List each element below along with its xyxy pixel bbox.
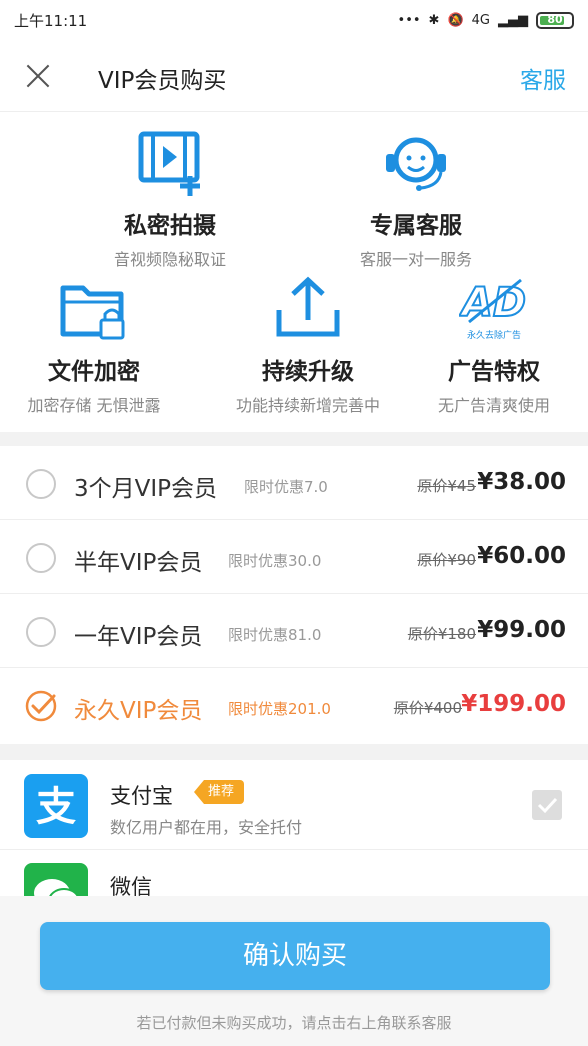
feature-ad-privilege: AD 永久去除广告 广告特权 无广告清爽使用 <box>396 274 588 416</box>
vip-features: 私密拍摄 音视频隐秘取证 专属客服 客服一对一服务 文件加密 加密存储 无惧泄露 <box>0 112 588 432</box>
status-time: 上午11:11 <box>14 11 88 30</box>
alipay-icon: 支 <box>24 774 88 838</box>
plan-name: 永久VIP会员 <box>74 698 203 724</box>
plan-name: 半年VIP会员 <box>74 550 203 576</box>
plan-promo: 限时优惠7.0 <box>244 478 328 496</box>
network-label: 4G <box>471 12 490 28</box>
ad-free-icon: AD 永久去除广告 <box>458 278 527 341</box>
radio-checked-icon[interactable] <box>24 689 58 723</box>
mute-bell-icon: 🔕 <box>447 12 464 28</box>
payment-subtitle: 数亿用户都在用，安全托付 <box>110 818 303 837</box>
headset-icon <box>386 137 446 191</box>
plan-original-price: 原价¥400 <box>393 699 462 717</box>
video-record-icon <box>138 131 200 196</box>
feature-subtitle: 功能持续新增完善中 <box>235 396 380 415</box>
payment-option-alipay[interactable]: 支 支付宝 推荐 数亿用户都在用，安全托付 <box>0 760 588 850</box>
bluetooth-icon: ✱ <box>428 12 440 28</box>
plan-price: ¥38.00 <box>477 469 566 495</box>
footer-note: 若已付款但未购买成功，请点击右上角联系客服 <box>136 1014 452 1032</box>
feature-continuous-upgrade: 持续升级 功能持续新增完善中 <box>210 274 406 416</box>
radio-unchecked-icon[interactable] <box>26 469 56 499</box>
feature-title: 持续升级 <box>262 359 354 385</box>
battery-text: 80 <box>547 12 563 26</box>
close-icon[interactable] <box>24 62 52 90</box>
feature-subtitle: 音视频隐秘取证 <box>113 250 226 269</box>
plan-price: ¥60.00 <box>477 543 566 569</box>
page-title: VIP会员购买 <box>98 68 227 94</box>
alipay-logo-glyph: 支 <box>36 784 76 830</box>
plan-option-half-year[interactable]: 半年VIP会员 限时优惠30.0 原价¥90 ¥60.00 <box>0 520 588 594</box>
plan-option-one-year[interactable]: 一年VIP会员 限时优惠81.0 原价¥180 ¥99.00 <box>0 594 588 668</box>
feature-title: 专属客服 <box>370 213 462 239</box>
locked-folder-icon <box>60 285 125 340</box>
plan-name: 3个月VIP会员 <box>74 476 218 502</box>
feature-title: 文件加密 <box>48 359 140 385</box>
payment-name: 微信 <box>110 875 152 896</box>
bottom-bar: 确认购买 若已付款但未购买成功，请点击右上角联系客服 <box>0 896 588 1046</box>
feature-private-shooting: 私密拍摄 音视频隐秘取证 <box>72 128 268 270</box>
feature-subtitle: 加密存储 无惧泄露 <box>27 396 161 415</box>
feature-exclusive-service: 专属客服 客服一对一服务 <box>318 128 514 270</box>
ad-icon-caption: 永久去除广告 <box>467 329 521 341</box>
plan-option-3-months[interactable]: 3个月VIP会员 限时优惠7.0 原价¥45 ¥38.00 <box>0 446 588 520</box>
status-bar: 上午11:11 ••• ✱ 🔕 4G ▂▄▆ 80 <box>0 0 588 40</box>
radio-unchecked-icon[interactable] <box>26 543 56 573</box>
plan-promo: 限时优惠30.0 <box>228 552 322 570</box>
wechat-icon <box>24 863 88 896</box>
battery-icon: 80 <box>536 11 574 29</box>
feature-file-encryption: 文件加密 加密存储 无惧泄露 <box>0 274 192 416</box>
feature-title: 私密拍摄 <box>124 213 216 239</box>
confirm-purchase-button[interactable]: 确认购买 <box>40 922 550 990</box>
payment-option-wechat[interactable]: 微信 <box>0 851 588 896</box>
plan-original-price: 原价¥180 <box>407 625 476 643</box>
upload-icon <box>276 276 340 337</box>
recommended-badge: 推荐 <box>194 780 245 804</box>
plan-option-lifetime[interactable]: 永久VIP会员 限时优惠201.0 原价¥400 ¥199.00 <box>0 668 588 742</box>
payment-name: 支付宝 <box>110 784 173 808</box>
radio-unchecked-icon[interactable] <box>26 617 56 647</box>
title-bar: VIP会员购买 客服 <box>0 40 588 112</box>
plan-name: 一年VIP会员 <box>74 624 203 650</box>
customer-service-button[interactable]: 客服 <box>520 61 566 95</box>
status-icons: ••• ✱ 🔕 4G ▂▄▆ 80 <box>397 11 574 29</box>
feature-subtitle: 客服一对一服务 <box>359 250 472 269</box>
plan-original-price: 原价¥45 <box>417 477 476 495</box>
payment-checkbox[interactable] <box>532 790 562 820</box>
plan-price: ¥199.00 <box>461 691 566 717</box>
payment-methods: 支 支付宝 推荐 数亿用户都在用，安全托付 微信 <box>0 760 588 896</box>
more-dots-icon: ••• <box>397 12 421 28</box>
plan-price: ¥99.00 <box>477 617 566 643</box>
feature-title: 广告特权 <box>448 359 540 385</box>
feature-subtitle: 无广告清爽使用 <box>437 396 550 415</box>
plan-list: 3个月VIP会员 限时优惠7.0 原价¥45 ¥38.00 半年VIP会员 限时… <box>0 446 588 744</box>
plan-original-price: 原价¥90 <box>417 551 476 569</box>
signal-icon: ▂▄▆ <box>498 12 528 28</box>
plan-promo: 限时优惠201.0 <box>228 700 331 718</box>
plan-promo: 限时优惠81.0 <box>228 626 322 644</box>
